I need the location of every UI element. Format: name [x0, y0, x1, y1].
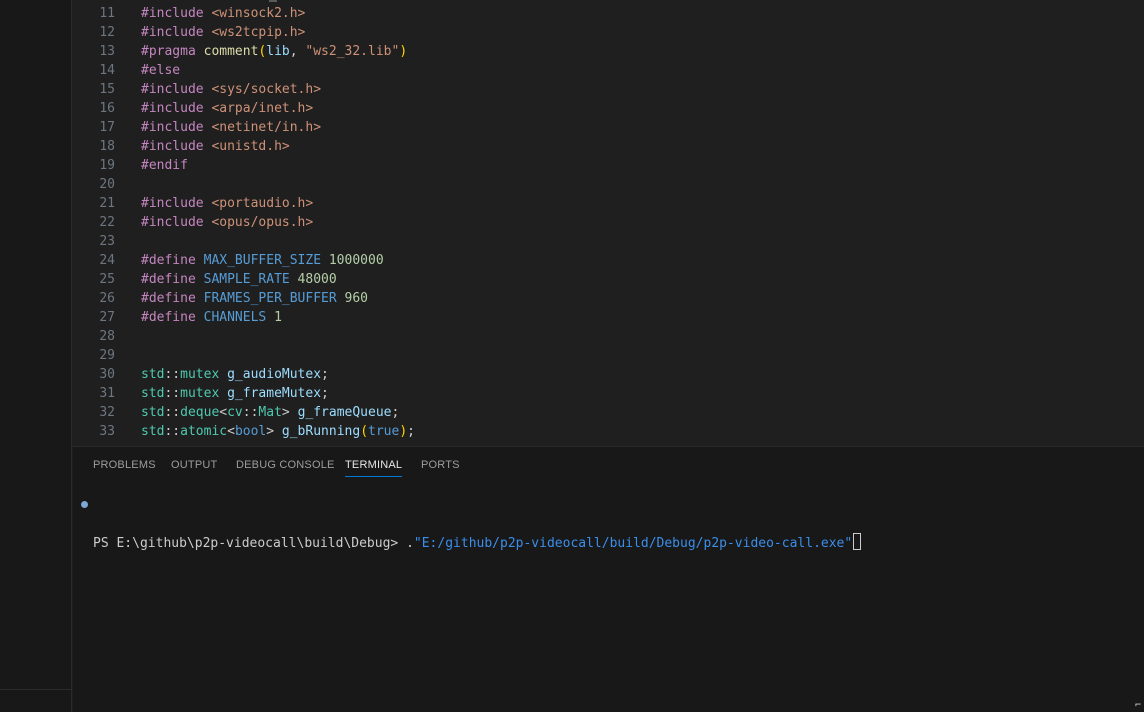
line-number: 30: [99, 367, 115, 382]
terminal-command-prefix: .: [406, 536, 414, 551]
code-text: #include <ws2tcpip.h>: [141, 25, 306, 40]
line-number: 19: [99, 158, 115, 173]
line-number: 12: [99, 25, 115, 40]
code-text: #include <opus/opus.h>: [141, 215, 314, 230]
code-text: #define SAMPLE_RATE 48000: [141, 272, 337, 287]
line-number: 27: [99, 310, 115, 325]
panel-tabs: PROBLEMS OUTPUT DEBUG CONSOLE TERMINAL P…: [73, 447, 1144, 481]
line-number: 17: [99, 120, 115, 135]
terminal-command: "E:/github/p2p-videocall/build/Debug/p2p…: [413, 536, 853, 551]
code-text: #else: [141, 63, 181, 78]
sidebar: [0, 0, 72, 712]
line-number: 29: [99, 348, 115, 363]
line-number: 25: [99, 272, 115, 287]
code-text: #include <sys/socket.h>: [141, 82, 322, 97]
code-text: #endif: [141, 158, 188, 173]
tab-debug-console[interactable]: DEBUG CONSOLE: [236, 459, 335, 471]
sidebar-divider: [0, 689, 71, 690]
line-number: 23: [99, 234, 115, 249]
code-text: std::deque<cv::Mat> g_frameQueue;: [141, 405, 400, 420]
code-text: #include <unistd.h>: [141, 139, 290, 154]
tab-problems[interactable]: PROBLEMS: [93, 459, 156, 471]
terminal-prompt: PS E:\github\p2p-videocall\build\Debug>: [93, 536, 407, 551]
code-text: std::mutex g_audioMutex;: [141, 367, 329, 382]
code-text: std::mutex g_frameMutex;: [141, 386, 329, 401]
command-status-dot-icon[interactable]: [81, 501, 88, 508]
tab-terminal[interactable]: TERMINAL: [345, 459, 403, 477]
line-number: 28: [99, 329, 115, 344]
resize-corner-icon[interactable]: ⌐: [1135, 700, 1141, 711]
code-text: #include <netinet/in.h>: [141, 120, 322, 135]
code-text: std::atomic<bool> g_bRunning(true);: [141, 424, 415, 439]
line-number: 11: [99, 6, 115, 21]
line-number: 32: [99, 405, 115, 420]
code-text: #include <portaudio.h>: [141, 196, 314, 211]
line-number: 20: [99, 177, 115, 192]
tab-ports[interactable]: PORTS: [421, 459, 460, 471]
line-number: 15: [99, 82, 115, 97]
line-number: 24: [99, 253, 115, 268]
line-number: 22: [99, 215, 115, 230]
line-number: 18: [99, 139, 115, 154]
line-number: 31: [99, 386, 115, 401]
line-number: 33: [99, 424, 115, 439]
line-number: 13: [99, 44, 115, 59]
code-text: #define CHANNELS 1: [141, 310, 282, 325]
line-number: 16: [99, 101, 115, 116]
bottom-panel: PROBLEMS OUTPUT DEBUG CONSOLE TERMINAL P…: [73, 446, 1144, 712]
code-text: #define MAX_BUFFER_SIZE 1000000: [141, 253, 384, 268]
line-number: 14: [99, 63, 115, 78]
line-number: 21: [99, 196, 115, 211]
terminal-line[interactable]: PS E:\github\p2p-videocall\build\Debug> …: [73, 495, 862, 551]
code-text: #define FRAMES_PER_BUFFER 960: [141, 291, 368, 306]
line-number: 26: [99, 291, 115, 306]
code-text: #include <winsock2.h>: [141, 6, 306, 21]
code-text: #include <arpa/inet.h>: [141, 101, 314, 116]
scroll-indicator: [269, 0, 277, 2]
code-editor[interactable]: 11 #include <winsock2.h> 12 #include <ws2tc…: [73, 0, 1144, 446]
code-text: #pragma comment(lib, "ws2_32.lib"): [141, 44, 408, 59]
tab-output[interactable]: OUTPUT: [171, 459, 217, 471]
terminal-cursor: [853, 533, 862, 550]
